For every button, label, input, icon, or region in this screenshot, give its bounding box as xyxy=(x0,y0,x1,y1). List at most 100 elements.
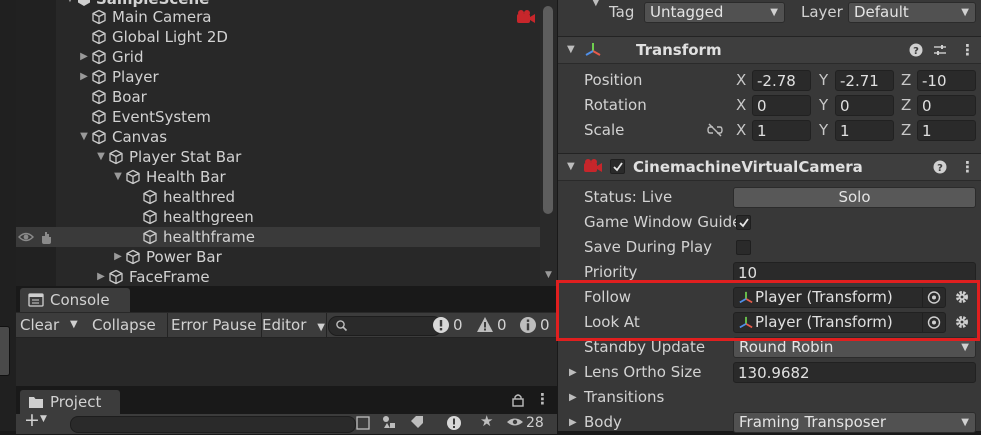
layer-dropdown[interactable]: Default ▼ xyxy=(848,2,976,23)
hierarchy-item[interactable]: healthgreen xyxy=(16,207,540,227)
constrain-proportions-icon[interactable] xyxy=(707,123,723,137)
collapse-button[interactable]: Collapse xyxy=(85,313,168,337)
favorites-star-icon[interactable]: ★ xyxy=(480,412,493,430)
component-menu-icon[interactable]: ⋮ xyxy=(960,37,975,63)
collapsed-arrow-icon[interactable]: ▶ xyxy=(95,267,107,286)
hierarchy-item[interactable]: EventSystem xyxy=(16,107,540,127)
collapsed-arrow-icon[interactable]: ▶ xyxy=(78,67,90,87)
solo-button[interactable]: Solo xyxy=(733,187,976,208)
rotation-x-axis-label[interactable]: X xyxy=(736,93,746,118)
scale-row: Scale X 1 Y 1 Z 1 xyxy=(558,118,981,143)
hierarchy-item[interactable]: ▼ Canvas xyxy=(16,127,540,147)
console-search-input[interactable] xyxy=(328,316,442,336)
rotation-z-axis-label[interactable]: Z xyxy=(901,93,911,118)
follow-object-field[interactable]: Player (Transform) xyxy=(733,287,946,308)
transitions-fold-arrow[interactable]: ▶ xyxy=(569,385,577,410)
tag-dropdown[interactable]: Untagged ▼ xyxy=(644,2,785,23)
project-search-input[interactable] xyxy=(70,416,356,433)
scale-z-axis-label[interactable]: Z xyxy=(901,118,911,143)
info-counter-toggle[interactable]: 0 xyxy=(519,313,557,337)
cinemachine-header[interactable]: ▼ CinemachineVirtualCamera ? ⋮ xyxy=(558,153,981,181)
scale-x-axis-label[interactable]: X xyxy=(736,118,746,143)
transitions-row[interactable]: ▶ Transitions xyxy=(558,385,981,410)
standby-update-dropdown[interactable]: Round Robin ▼ xyxy=(733,337,976,358)
position-x-axis-label[interactable]: X xyxy=(736,68,746,93)
cinemachine-fold-arrow[interactable]: ▼ xyxy=(567,154,575,180)
error-counter-toggle[interactable]: 0 xyxy=(432,313,470,337)
hierarchy-item[interactable]: Global Light 2D xyxy=(16,27,540,47)
hierarchy-item[interactable]: ▶ Player xyxy=(16,67,540,87)
rotation-z-input[interactable]: 0 xyxy=(917,95,976,116)
transform-header[interactable]: ▼ Transform ? ⋮ xyxy=(558,36,981,64)
hierarchy-item[interactable]: ▶ Grid xyxy=(16,47,540,67)
rotation-y-axis-label[interactable]: Y xyxy=(819,93,828,118)
hierarchy-item[interactable]: healthred xyxy=(16,187,540,207)
body-fold-arrow[interactable]: ▶ xyxy=(569,410,577,435)
position-z-axis-label[interactable]: Z xyxy=(901,68,911,93)
position-y-axis-label[interactable]: Y xyxy=(819,68,828,93)
add-plus-icon[interactable]: + xyxy=(24,409,40,431)
position-y-input[interactable]: -2.71 xyxy=(835,70,894,91)
filter-by-type-icon[interactable] xyxy=(382,415,396,429)
transform-fold-arrow[interactable]: ▼ xyxy=(567,37,575,63)
expanded-arrow-icon[interactable]: ▼ xyxy=(78,127,90,147)
hierarchy-scroll-thumb[interactable] xyxy=(543,6,553,214)
clear-button[interactable]: Clear ▼ xyxy=(16,313,78,337)
rotation-y-input[interactable]: 0 xyxy=(835,95,894,116)
body-dropdown[interactable]: Framing Transposer ▼ xyxy=(733,412,976,433)
hierarchy-item[interactable]: Boar xyxy=(16,87,540,107)
scale-z-input[interactable]: 1 xyxy=(917,120,976,141)
lens-fold-arrow[interactable]: ▶ xyxy=(569,360,577,385)
scale-x-input[interactable]: 1 xyxy=(752,120,811,141)
help-icon[interactable]: ? xyxy=(932,159,948,175)
component-menu-icon[interactable]: ⋮ xyxy=(960,154,975,180)
hierarchy-item[interactable]: ▼ Health Bar xyxy=(16,167,540,187)
hierarchy-item[interactable]: Main Camera xyxy=(16,7,540,27)
object-picker-icon[interactable] xyxy=(922,288,945,307)
pickability-hand-icon[interactable] xyxy=(38,229,54,245)
help-icon[interactable]: ? xyxy=(908,42,924,58)
status-label: Status: Live xyxy=(584,188,673,206)
hierarchy-item[interactable]: healthframe xyxy=(16,227,540,247)
scroll-down-arrow[interactable]: ▼ xyxy=(542,270,555,282)
clear-options-chevron-icon[interactable]: ▼ xyxy=(70,313,78,337)
presets-icon[interactable] xyxy=(932,42,948,58)
warning-counter-toggle[interactable]: 0 xyxy=(476,313,514,337)
hierarchy-scrollbar[interactable]: ▼ xyxy=(540,0,557,286)
visibility-eye-icon[interactable] xyxy=(18,229,34,245)
collapsed-arrow-icon[interactable]: ▶ xyxy=(112,247,124,267)
cinemachine-enabled-checkbox[interactable] xyxy=(610,159,625,174)
look-at-object-field[interactable]: Player (Transform) xyxy=(733,312,946,333)
lens-ortho-input[interactable]: 130.9682 xyxy=(733,362,976,383)
scale-y-input[interactable]: 1 xyxy=(835,120,894,141)
position-z-input[interactable]: -10 xyxy=(917,70,976,91)
hidden-packages-icon[interactable] xyxy=(446,415,462,431)
gear-icon[interactable] xyxy=(954,289,970,305)
game-window-guides-checkbox[interactable] xyxy=(736,215,751,230)
rotation-x-input[interactable]: 0 xyxy=(752,95,811,116)
add-chevron-down-icon[interactable]: ▼ xyxy=(40,414,47,424)
position-x-input[interactable]: -2.78 xyxy=(752,70,811,91)
lock-icon[interactable] xyxy=(512,393,524,407)
visibility-count-icon[interactable] xyxy=(506,416,524,428)
hierarchy-item[interactable]: ▼ Player Stat Bar xyxy=(16,147,540,167)
expanded-arrow-icon[interactable]: ▼ xyxy=(95,147,107,167)
editor-dropdown[interactable]: Editor ▼ xyxy=(258,313,327,337)
tab-console[interactable]: Console xyxy=(20,288,130,312)
collapsed-panel-handle[interactable] xyxy=(0,326,10,376)
object-picker-icon[interactable] xyxy=(922,313,945,332)
expanded-arrow-icon[interactable]: ▼ xyxy=(112,167,124,187)
more-options-icon[interactable]: ⋮ xyxy=(535,390,550,408)
gameobject-cube-icon xyxy=(108,149,124,165)
filter-by-label-icon[interactable] xyxy=(410,415,424,429)
priority-input[interactable]: 10 xyxy=(733,262,976,283)
gear-icon[interactable] xyxy=(954,314,970,330)
search-by-type-icon[interactable] xyxy=(356,416,370,430)
hierarchy-item[interactable]: ▶ Power Bar xyxy=(16,247,540,267)
scale-y-axis-label[interactable]: Y xyxy=(819,118,828,143)
header-fold-arrow[interactable]: ▼ xyxy=(592,0,600,15)
error-pause-button[interactable]: Error Pause xyxy=(164,313,262,337)
collapsed-arrow-icon[interactable]: ▶ xyxy=(78,47,90,67)
save-during-play-checkbox[interactable] xyxy=(736,240,751,255)
hierarchy-item[interactable]: ▶ FaceFrame xyxy=(16,267,540,286)
